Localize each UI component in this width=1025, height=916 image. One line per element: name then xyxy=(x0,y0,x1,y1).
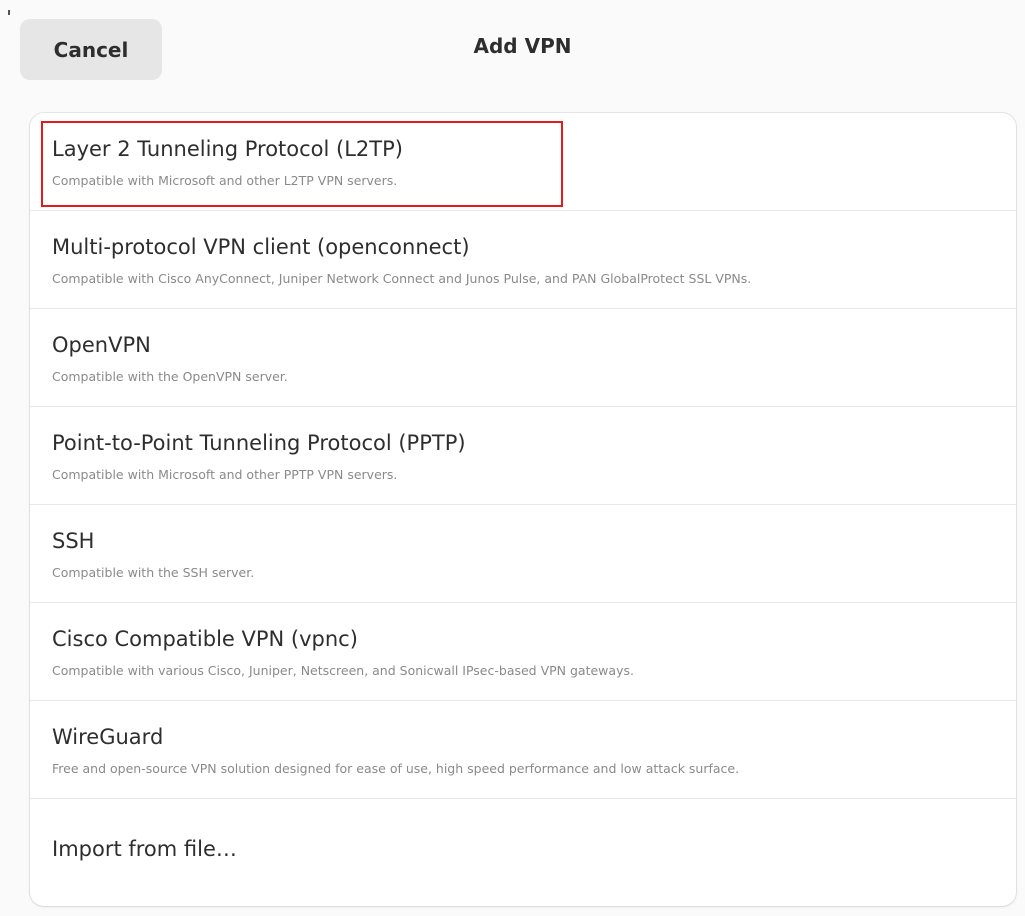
vpn-option-openconnect[interactable]: Multi-protocol VPN client (openconnect) … xyxy=(30,211,1016,309)
vpn-option-wireguard[interactable]: WireGuard Free and open-source VPN solut… xyxy=(30,701,1016,799)
import-from-file-button[interactable]: Import from file… xyxy=(30,799,1016,898)
vpn-option-subtitle: Compatible with the SSH server. xyxy=(52,565,255,580)
vpn-option-subtitle: Compatible with Microsoft and other L2TP… xyxy=(52,173,398,188)
vpn-option-subtitle: Compatible with various Cisco, Juniper, … xyxy=(52,663,634,678)
vpn-option-title: WireGuard xyxy=(52,725,164,749)
vpn-option-title: Point-to-Point Tunneling Protocol (PPTP) xyxy=(52,431,466,455)
vpn-option-ssh[interactable]: SSH Compatible with the SSH server. xyxy=(30,505,1016,603)
vpn-option-title: OpenVPN xyxy=(52,333,151,357)
vpn-option-title: Cisco Compatible VPN (vpnc) xyxy=(52,627,358,651)
vpn-option-subtitle: Free and open-source VPN solution design… xyxy=(52,761,740,776)
vpn-option-vpnc[interactable]: Cisco Compatible VPN (vpnc) Compatible w… xyxy=(30,603,1016,701)
vpn-option-subtitle: Compatible with Cisco AnyConnect, Junipe… xyxy=(52,271,752,286)
dialog-title: Add VPN xyxy=(473,34,572,58)
vpn-option-l2tp[interactable]: Layer 2 Tunneling Protocol (L2TP) Compat… xyxy=(30,113,1016,211)
vpn-option-openvpn[interactable]: OpenVPN Compatible with the OpenVPN serv… xyxy=(30,309,1016,407)
dialog-header: Cancel Add VPN xyxy=(0,0,1025,100)
import-from-file-label: Import from file… xyxy=(52,837,237,861)
vpn-type-list: Layer 2 Tunneling Protocol (L2TP) Compat… xyxy=(30,113,1016,906)
vpn-option-title: Multi-protocol VPN client (openconnect) xyxy=(52,235,470,259)
vpn-option-pptp[interactable]: Point-to-Point Tunneling Protocol (PPTP)… xyxy=(30,407,1016,505)
vpn-option-title: SSH xyxy=(52,529,95,553)
vpn-option-subtitle: Compatible with Microsoft and other PPTP… xyxy=(52,467,398,482)
vpn-option-subtitle: Compatible with the OpenVPN server. xyxy=(52,369,288,384)
vpn-option-title: Layer 2 Tunneling Protocol (L2TP) xyxy=(52,137,403,161)
